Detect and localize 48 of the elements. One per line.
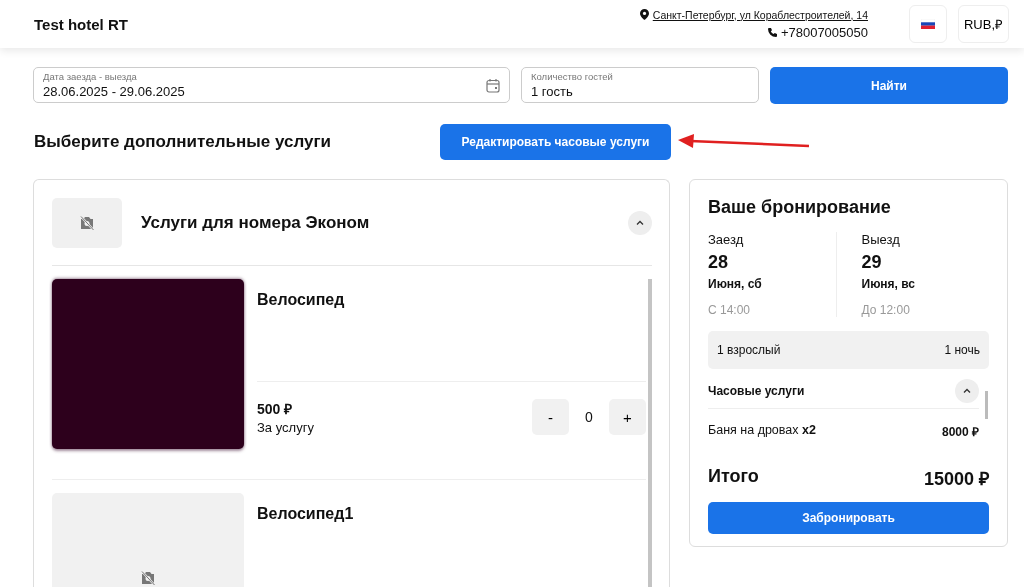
date-label: Заезд: [708, 232, 745, 247]
collapse-toggle[interactable]: [955, 379, 979, 403]
room-services-title: Услуги для номера Эконом: [141, 212, 371, 233]
collapse-toggle[interactable]: [628, 210, 652, 235]
date-range-field[interactable]: Дата заезда - выезда 28.06.2025 - 29.06.2025: [33, 67, 510, 103]
hotel-name: Test hotel RT: [34, 15, 129, 33]
hourly-services-title: Часовые услуги: [708, 384, 805, 398]
total-price: 15000 ₽: [923, 468, 989, 490]
currency-button[interactable]: RUB,₽: [958, 5, 1009, 43]
service-price: 500 ₽: [257, 400, 294, 418]
field-value: 1 гость: [531, 84, 574, 99]
field-label: Дата заезда - выезда: [43, 71, 138, 82]
service-name: Велосипед1: [257, 505, 355, 524]
section-title: Выберите дополнительные услуги: [34, 132, 333, 152]
quantity-value: 0: [584, 409, 594, 425]
nights-count: 1 ночь: [944, 343, 980, 357]
field-value: 28.06.2025 - 29.06.2025: [43, 84, 186, 99]
decrease-button[interactable]: -: [532, 399, 569, 435]
service-name: Баня на дровах x2: [708, 423, 816, 439]
field-label: Количество гостей: [531, 71, 614, 82]
month-weekday: Июня, сб: [708, 277, 763, 291]
price-unit: За услугу: [257, 420, 315, 435]
total-label: Итого: [708, 466, 759, 488]
booking-title: Ваше бронирование: [708, 197, 892, 218]
scrollbar[interactable]: [985, 391, 988, 419]
increase-button[interactable]: +: [609, 399, 646, 435]
scrollbar[interactable]: [648, 279, 652, 587]
day-number: 28: [708, 252, 730, 273]
guests-field[interactable]: Количество гостей 1 гость: [521, 67, 759, 103]
month-weekday: Июня, вс: [861, 277, 917, 291]
address-link[interactable]: Санкт-Петербург, ул Кораблестроителей, 14: [652, 8, 868, 21]
date-label: Выезд: [861, 232, 901, 247]
day-number: 29: [861, 252, 883, 273]
time-info: До 12:00: [861, 303, 911, 317]
flag-icon: [921, 19, 935, 29]
search-button[interactable]: Найти: [770, 67, 1008, 104]
time-info: С 14:00: [708, 303, 752, 317]
phone-icon: [767, 27, 777, 37]
book-button[interactable]: Забронировать: [708, 502, 989, 534]
service-name: Велосипед: [257, 291, 346, 310]
calendar-icon: [486, 77, 500, 93]
language-button[interactable]: [909, 5, 947, 43]
no-photo-icon: [79, 214, 95, 231]
edit-hourly-services-button[interactable]: Редактировать часовые услуги: [440, 124, 671, 160]
guests-count: 1 взрослый: [717, 343, 781, 357]
location-pin-icon: [639, 9, 649, 20]
phone-number: +78007005050: [780, 24, 868, 40]
service-price: 8000 ₽: [941, 424, 979, 440]
